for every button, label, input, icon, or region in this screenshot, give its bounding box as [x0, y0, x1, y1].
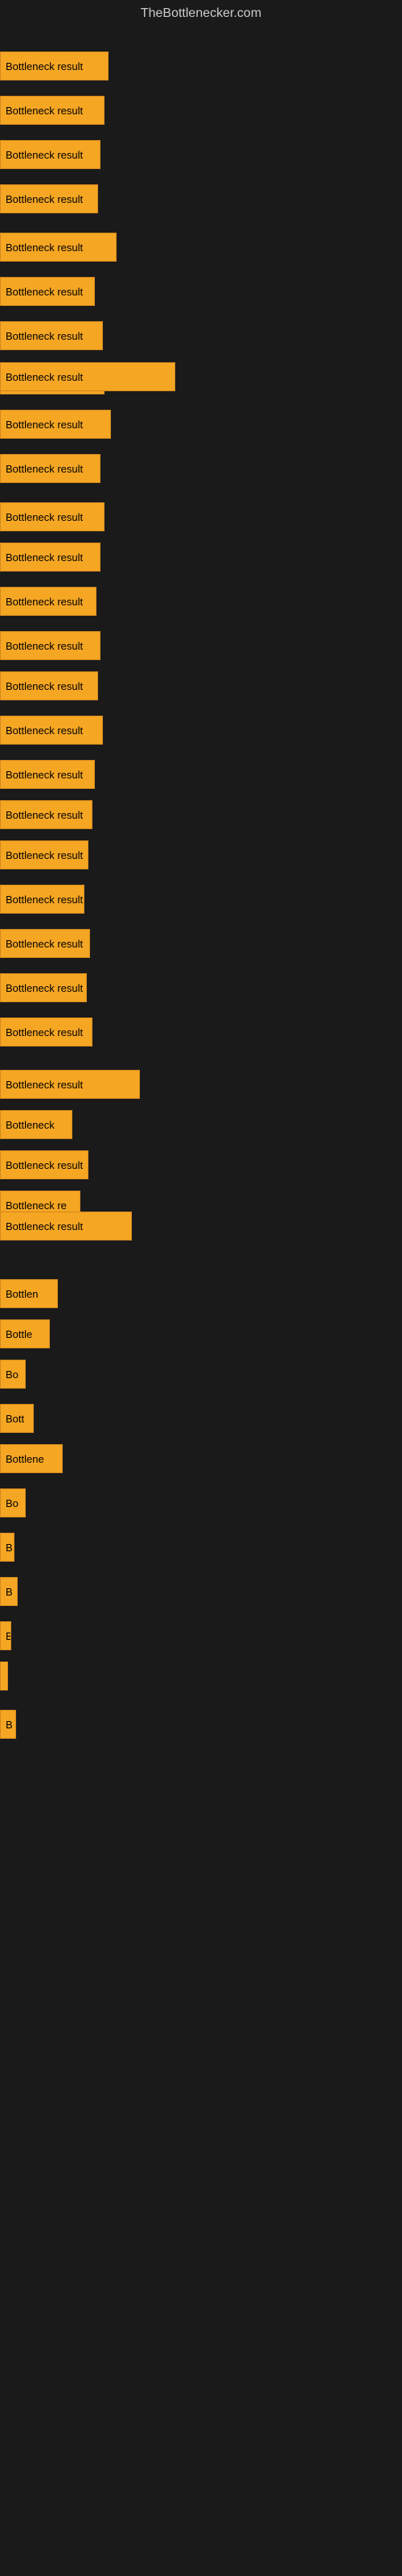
bar-label-6: Bottleneck result — [6, 330, 83, 342]
bar-label-12: Bottleneck result — [6, 596, 83, 608]
bar-item-5: Bottleneck result — [0, 277, 95, 306]
bar-label-34: Bo — [6, 1497, 18, 1509]
bar-item-1: Bottleneck result — [0, 96, 105, 125]
bar-label-39: B — [6, 1719, 13, 1731]
bar-item-16: Bottleneck result — [0, 760, 95, 789]
bar-item-32: Bott — [0, 1404, 34, 1433]
bar-item-13: Bottleneck result — [0, 631, 100, 660]
bar-label-21: Bottleneck result — [6, 982, 83, 994]
bar-label-11: Bottleneck result — [6, 551, 83, 564]
bar-item-12: Bottleneck result — [0, 587, 96, 616]
bar-item-23: Bottleneck result — [0, 1070, 140, 1099]
title-text: TheBottlenecker.com — [141, 6, 261, 20]
bars-container: Bottleneck result Bottleneck result Bottle… — [0, 27, 402, 2563]
bar-label-4: Bottleneck result — [6, 242, 83, 254]
bar-label-25: Bottleneck result — [6, 1159, 83, 1171]
bar-label-10: Bottleneck result — [6, 511, 83, 523]
bar-item-4: Bottleneck result — [0, 233, 117, 262]
bar-label-37: B — [6, 1630, 11, 1642]
bar-item-15: Bottleneck result — [0, 716, 103, 745]
bar-item-27: Bottleneck result — [0, 1212, 132, 1241]
bar-label-20: Bottleneck result — [6, 938, 83, 950]
bar-item-3: Bottleneck result — [0, 184, 98, 213]
bar-item-34: Bo — [0, 1488, 26, 1517]
bar-item-0: Bottleneck result — [0, 52, 109, 80]
bar-item-36: B — [0, 1577, 18, 1606]
bar-item-2: Bottleneck result — [0, 140, 100, 169]
bar-item-25: Bottleneck result — [0, 1150, 88, 1179]
bar-item-28: Bottleneck result — [0, 362, 175, 391]
bar-item-18: Bottleneck result — [0, 840, 88, 869]
bar-item-29: Bottlen — [0, 1279, 58, 1308]
bar-label-0: Bottleneck result — [6, 60, 83, 72]
bar-label-35: B — [6, 1542, 13, 1554]
bar-item-39: B — [0, 1710, 16, 1739]
bar-item-17: Bottleneck result — [0, 800, 92, 829]
bar-label-19: Bottleneck result — [6, 894, 83, 906]
bar-item-38 — [0, 1662, 8, 1690]
bar-label-29: Bottlen — [6, 1288, 38, 1300]
bar-item-10: Bottleneck result — [0, 502, 105, 531]
bar-item-20: Bottleneck result — [0, 929, 90, 958]
bar-item-9: Bottleneck result — [0, 454, 100, 483]
bar-item-11: Bottleneck result — [0, 543, 100, 572]
bar-item-33: Bottlene — [0, 1444, 63, 1473]
bar-label-22: Bottleneck result — [6, 1026, 83, 1038]
bar-item-24: Bottleneck — [0, 1110, 72, 1139]
bar-item-14: Bottleneck result — [0, 671, 98, 700]
bar-item-6: Bottleneck result — [0, 321, 103, 350]
bar-label-36: B — [6, 1586, 13, 1598]
bar-label-8: Bottleneck result — [6, 419, 83, 431]
bar-label-23: Bottleneck result — [6, 1079, 83, 1091]
bar-item-21: Bottleneck result — [0, 973, 87, 1002]
bar-label-9: Bottleneck result — [6, 463, 83, 475]
bar-label-18: Bottleneck result — [6, 849, 83, 861]
bar-label-33: Bottlene — [6, 1453, 44, 1465]
bar-label-15: Bottleneck result — [6, 724, 83, 737]
bar-label-31: Bo — [6, 1368, 18, 1381]
bar-label-28: Bottleneck result — [6, 371, 83, 383]
bar-item-30: Bottle — [0, 1319, 50, 1348]
bar-item-22: Bottleneck result — [0, 1018, 92, 1046]
bar-item-35: B — [0, 1533, 14, 1562]
bar-label-24: Bottleneck — [6, 1119, 55, 1131]
bar-item-31: Bo — [0, 1360, 26, 1389]
bar-label-14: Bottleneck result — [6, 680, 83, 692]
bar-label-32: Bott — [6, 1413, 24, 1425]
bar-label-1: Bottleneck result — [6, 105, 83, 117]
bar-item-37: B — [0, 1621, 11, 1650]
bar-label-30: Bottle — [6, 1328, 32, 1340]
bar-label-2: Bottleneck result — [6, 149, 83, 161]
bar-item-19: Bottleneck result — [0, 885, 84, 914]
bar-label-5: Bottleneck result — [6, 286, 83, 298]
bar-label-26: Bottleneck re — [6, 1199, 67, 1212]
bar-label-16: Bottleneck result — [6, 769, 83, 781]
bar-item-8: Bottleneck result — [0, 410, 111, 439]
bar-label-3: Bottleneck result — [6, 193, 83, 205]
site-title: TheBottlenecker.com — [0, 0, 402, 27]
bar-label-17: Bottleneck result — [6, 809, 83, 821]
bar-label-27: Bottleneck result — [6, 1220, 83, 1232]
bar-label-13: Bottleneck result — [6, 640, 83, 652]
